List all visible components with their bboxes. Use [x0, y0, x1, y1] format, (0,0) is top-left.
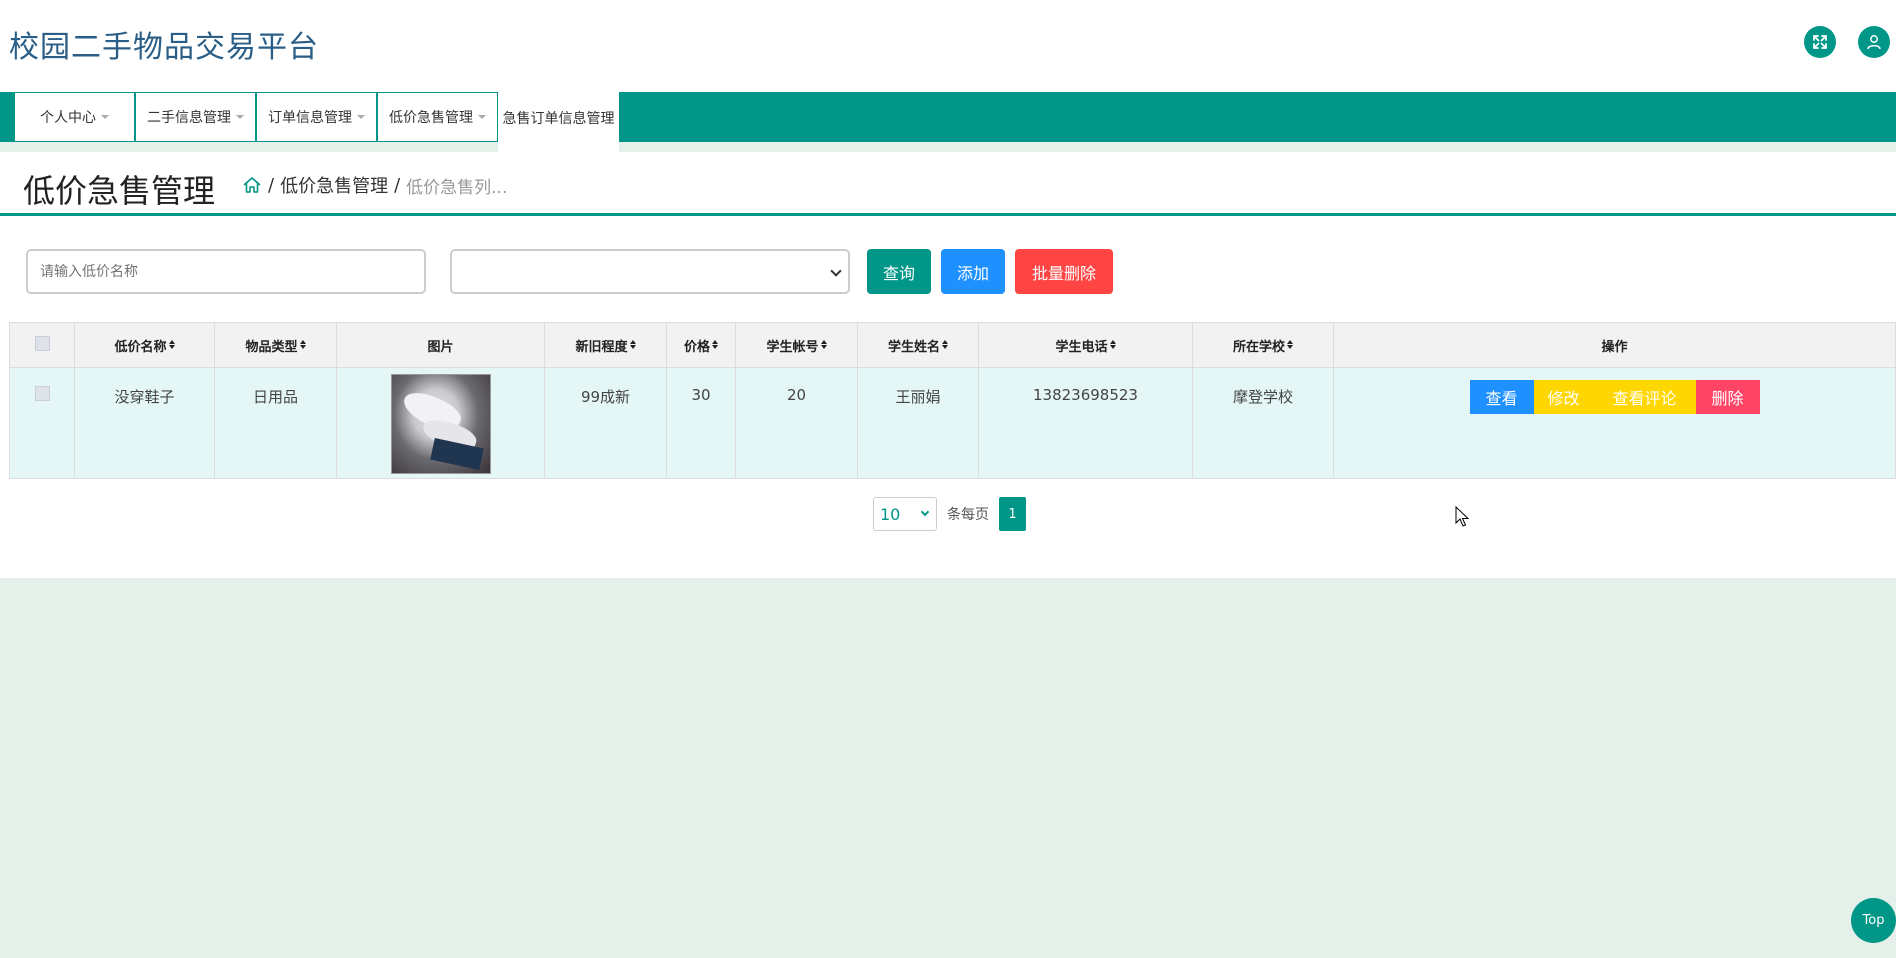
view-button[interactable]: 查看 [1469, 380, 1534, 414]
column-header-actions: 操作 [1333, 322, 1896, 368]
row-checkbox[interactable] [34, 386, 50, 401]
page-size-value: 10 [880, 504, 901, 524]
column-header-price[interactable]: 价格 [666, 322, 736, 368]
column-header-student-account[interactable]: 学生帐号 [735, 322, 858, 368]
home-icon[interactable] [242, 175, 262, 195]
user-menu-button[interactable] [1858, 26, 1890, 58]
nav-item-flash-sale[interactable]: 低价急售管理 [377, 92, 498, 142]
cell-student-account: 20 [735, 367, 858, 479]
mouse-cursor-icon [1455, 506, 1469, 527]
cell-student-name: 王丽娟 [857, 367, 979, 479]
nav-item-order-info[interactable]: 订单信息管理 [256, 92, 377, 142]
chevron-down-icon [920, 507, 930, 517]
column-header-type[interactable]: 物品类型 [214, 322, 337, 368]
content-panel: 低价急售管理 / 低价急售管理 / 低价急售列... 查询 添加 批量删除 低价… [0, 152, 1896, 578]
fullscreen-button[interactable] [1804, 26, 1836, 58]
sort-icon [1110, 340, 1116, 349]
page-size-label: 条每页 [947, 507, 989, 523]
breadcrumb-separator: / [268, 174, 275, 196]
cell-image [336, 367, 545, 479]
select-all-checkbox[interactable] [34, 335, 50, 351]
column-header-student-phone[interactable]: 学生电话 [978, 322, 1193, 368]
nav-item-secondhand-info[interactable]: 二手信息管理 [135, 92, 256, 142]
cell-name: 没穿鞋子 [74, 367, 215, 479]
page-title: 低价急售管理 [23, 172, 216, 210]
nav-item-label: 订单信息管理 [268, 110, 352, 126]
pagination: 10 条每页 1 [873, 497, 1026, 531]
app-title: 校园二手物品交易平台 [9, 30, 319, 65]
column-header-image: 图片 [336, 322, 545, 368]
expand-icon [1813, 35, 1827, 49]
cell-condition: 99成新 [544, 367, 667, 479]
user-icon [1867, 35, 1881, 50]
nav-item-label: 二手信息管理 [147, 110, 231, 126]
sort-icon [1287, 340, 1293, 349]
column-header-school[interactable]: 所在学校 [1192, 322, 1334, 368]
nav-item-personal-center[interactable]: 个人中心 [14, 92, 135, 142]
column-header-name[interactable]: 低价名称 [74, 322, 215, 368]
select-all-header [9, 322, 75, 368]
table-header-row: 低价名称 物品类型 图片 新旧程度 价格 学生帐号 学生姓名 学生电话 所在学校… [9, 322, 1896, 368]
caret-down-icon [101, 115, 109, 119]
sort-icon [169, 340, 175, 349]
batch-delete-button[interactable]: 批量删除 [1015, 249, 1113, 294]
caret-down-icon [236, 115, 244, 119]
cell-actions: 查看 修改 查看评论 删除 [1333, 367, 1896, 479]
row-select-cell [9, 367, 75, 479]
breadcrumb-separator: / [394, 174, 401, 196]
column-header-condition[interactable]: 新旧程度 [544, 322, 667, 368]
cell-school: 摩登学校 [1192, 367, 1334, 479]
add-button[interactable]: 添加 [941, 249, 1005, 294]
delete-button[interactable]: 删除 [1695, 380, 1760, 414]
breadcrumb-current: 低价急售列... [406, 177, 508, 198]
item-thumbnail[interactable] [390, 374, 491, 474]
filter-select[interactable] [450, 249, 850, 294]
sort-icon [942, 340, 948, 349]
nav-item-label: 低价急售管理 [389, 110, 473, 126]
page-size-select[interactable]: 10 [873, 497, 937, 531]
view-comments-button[interactable]: 查看评论 [1593, 380, 1696, 414]
title-divider [0, 213, 1896, 216]
sort-icon [821, 340, 827, 349]
query-button[interactable]: 查询 [867, 249, 931, 294]
cell-type: 日用品 [214, 367, 337, 479]
cell-price: 30 [666, 367, 736, 479]
page-number-button[interactable]: 1 [999, 497, 1026, 531]
breadcrumb-level1[interactable]: 低价急售管理 [280, 172, 388, 198]
column-header-student-name[interactable]: 学生姓名 [857, 322, 979, 368]
sort-icon [300, 340, 306, 349]
sort-icon [630, 340, 636, 349]
back-to-top-button[interactable]: Top [1851, 898, 1896, 943]
breadcrumb: / 低价急售管理 / 低价急售列... [242, 172, 507, 198]
nav-item-label: 急售订单信息管理 [502, 111, 615, 127]
nav-item-label: 个人中心 [40, 110, 96, 126]
edit-button[interactable]: 修改 [1533, 380, 1594, 414]
sort-icon [712, 340, 718, 349]
header: 校园二手物品交易平台 [0, 0, 1896, 92]
data-table: 低价名称 物品类型 图片 新旧程度 价格 学生帐号 学生姓名 学生电话 所在学校… [9, 322, 1896, 479]
chevron-down-icon [830, 265, 842, 277]
nav-dropdown-strip [498, 142, 619, 152]
name-search-input[interactable] [26, 249, 426, 294]
top-nav: 个人中心 二手信息管理 订单信息管理 低价急售管理 急售订单信息管理 [0, 92, 1896, 164]
cell-student-phone: 13823698523 [978, 367, 1193, 479]
caret-down-icon [478, 115, 486, 119]
caret-down-icon [357, 115, 365, 119]
table-row: 没穿鞋子 日用品 99成新 30 20 王丽娟 13823698523 摩登学校… [9, 367, 1896, 479]
